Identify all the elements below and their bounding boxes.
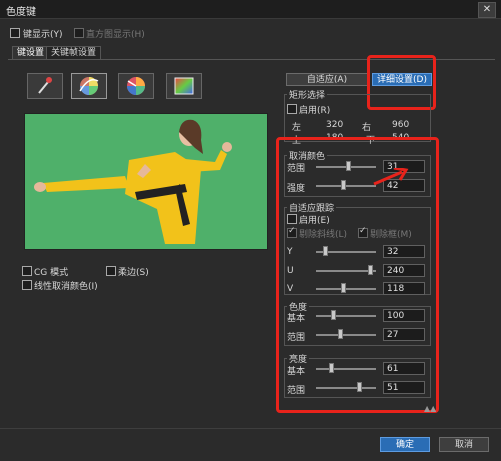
cg-mode-checkbox[interactable] [22, 266, 32, 276]
color-wheel-button[interactable] [71, 73, 107, 99]
soft-edge-label: 柔边(S) [118, 268, 149, 278]
annotation-arrow-icon [373, 168, 409, 186]
linear-key-label: 线性取消颜色(I) [34, 282, 98, 292]
key-display-label: 键显示(Y) [23, 30, 63, 40]
hue-range-icon [127, 77, 145, 95]
tab-keyframe-settings[interactable]: 关键帧设置 [46, 46, 102, 59]
scroll-more-icon[interactable]: ▲▲ [424, 404, 436, 413]
eyedropper-icon [38, 77, 52, 94]
cancel-button[interactable]: 取消 [439, 437, 489, 452]
histogram-display-checkbox[interactable] [74, 28, 84, 38]
color-wheel-icon [79, 77, 99, 95]
window-title: 色度键 [6, 7, 36, 18]
hue-range-button[interactable] [118, 73, 154, 99]
rect-enable-checkbox[interactable] [287, 104, 297, 114]
person-figure [34, 119, 232, 244]
rect-right-value: 960 [392, 120, 410, 130]
color-gradient-icon [174, 77, 194, 95]
tab-key-settings[interactable]: 键设置 [12, 46, 50, 59]
highlight-box-settings [276, 137, 439, 413]
adaptive-button[interactable]: 自适应(A) [286, 73, 368, 86]
rect-select-title: 矩形选择 [287, 88, 328, 101]
cg-mode-label: CG 模式 [34, 268, 69, 278]
rect-enable-label: 启用(R) [299, 106, 331, 116]
linear-key-checkbox[interactable] [22, 280, 32, 290]
soft-edge-checkbox[interactable] [106, 266, 116, 276]
ok-button[interactable]: 确定 [380, 437, 430, 452]
title-bar: 色度键 ✕ [0, 0, 501, 19]
rect-left-value: 320 [326, 120, 344, 130]
key-display-checkbox[interactable] [10, 28, 20, 38]
preview-image [24, 113, 268, 250]
rect-right-label: 右 [362, 123, 372, 133]
gradient-box-button[interactable] [166, 73, 202, 99]
rect-left-label: 左 [292, 123, 302, 133]
close-button[interactable]: ✕ [478, 2, 496, 18]
bottom-divider [0, 428, 501, 429]
histogram-display-label: 直方图显示(H) [86, 30, 145, 40]
eyedropper-button[interactable] [27, 73, 63, 99]
